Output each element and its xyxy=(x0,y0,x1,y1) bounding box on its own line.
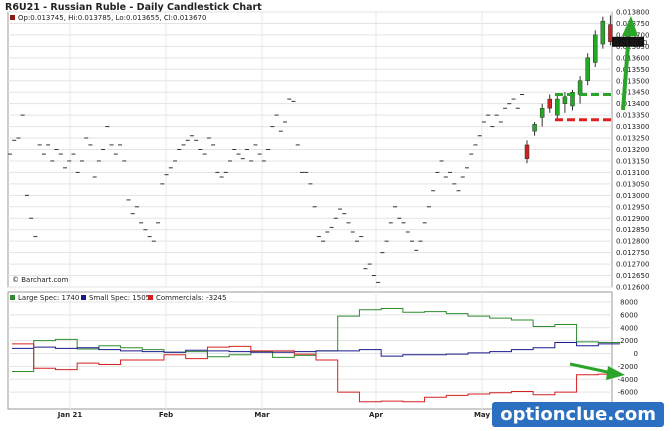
x-tick-label: Jan 21 xyxy=(57,411,83,419)
price-tick-label: 0.012600 xyxy=(616,284,649,292)
candle-body xyxy=(600,20,606,45)
cot-legend-label: Small Spec: 1505 xyxy=(89,294,150,302)
cot-tick-label: 2000 xyxy=(620,337,638,345)
cot-tick-label: -4000 xyxy=(618,376,638,384)
candle-body xyxy=(539,108,545,118)
candle-body xyxy=(532,124,537,132)
price-tick-label: 0.013550 xyxy=(616,66,649,74)
price-tick-label: 0.012750 xyxy=(616,249,649,257)
candle-body xyxy=(547,98,552,109)
chart-svg: 0.0138000.0137500.0137000.0136500.013600… xyxy=(7,9,649,419)
cot-tick-label: 6000 xyxy=(620,311,638,319)
price-tick-label: 0.012900 xyxy=(616,215,649,223)
price-tick-label: 0.013150 xyxy=(616,157,649,165)
cot-tick-label: 0 xyxy=(634,350,638,358)
candle-body xyxy=(585,57,590,81)
candle-body xyxy=(577,80,583,95)
candle-body xyxy=(593,34,598,63)
price-tick-label: 0.012700 xyxy=(616,261,649,269)
price-tick-label: 0.012800 xyxy=(616,238,649,246)
x-tick-label: Feb xyxy=(159,411,173,419)
cot-tick-label: -2000 xyxy=(618,363,638,371)
ohlc-marker xyxy=(10,15,15,20)
source-label: © Barchart.com xyxy=(12,276,69,284)
price-tick-label: 0.013100 xyxy=(616,169,649,177)
price-tick-label: 0.013800 xyxy=(616,9,649,17)
price-tick-label: 0.012650 xyxy=(616,272,649,280)
candle-body xyxy=(555,98,560,116)
watermark: optionclue.com xyxy=(492,402,664,427)
price-tick-label: 0.013050 xyxy=(616,180,649,188)
price-tick-label: 0.013500 xyxy=(616,77,649,85)
price-tick-label: 0.012850 xyxy=(616,226,649,234)
price-tick-label: 0.013450 xyxy=(616,89,649,97)
price-tick-label: 0.013250 xyxy=(616,135,649,143)
last-price-tag: 0.013670 xyxy=(614,39,647,47)
cot-legend-swatch xyxy=(148,295,153,300)
cot-tick-label: -6000 xyxy=(618,389,638,397)
price-tick-label: 0.013000 xyxy=(616,192,649,200)
cot-legend-label: Large Spec: 1740 xyxy=(18,294,79,302)
cot-legend-label: Commercials: -3245 xyxy=(156,294,226,302)
candle-body xyxy=(524,144,530,159)
cot-legend-swatch xyxy=(10,295,15,300)
x-tick-label: Apr xyxy=(369,411,383,419)
cot-tick-label: 4000 xyxy=(620,324,638,332)
cot-legend-swatch xyxy=(81,295,86,300)
price-tick-label: 0.013400 xyxy=(616,100,649,108)
ohlc-label: Op:0.013745, Hi:0.013785, Lo:0.013655, C… xyxy=(18,14,206,22)
price-tick-label: 0.013300 xyxy=(616,123,649,131)
price-tick-label: 0.012950 xyxy=(616,203,649,211)
price-tick-label: 0.013200 xyxy=(616,146,649,154)
price-tick-label: 0.013350 xyxy=(616,112,649,120)
candle-body xyxy=(608,24,613,43)
candle-body xyxy=(562,96,568,104)
price-tick-label: 0.013600 xyxy=(616,54,649,62)
x-tick-label: May xyxy=(474,411,490,419)
x-tick-label: Mar xyxy=(254,411,270,419)
cot-tick-label: 8000 xyxy=(620,299,638,307)
